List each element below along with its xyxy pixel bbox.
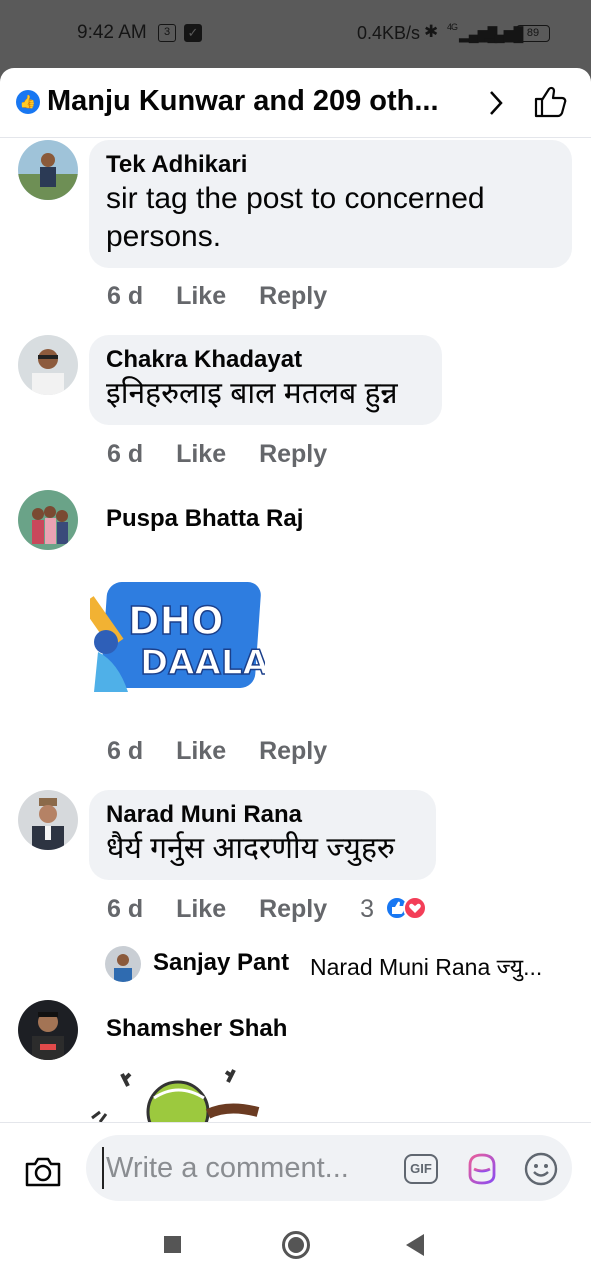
reply-text: Narad Muni Rana ज्यु... <box>310 954 543 980</box>
signal-4g-label: 4G <box>447 22 458 32</box>
comment-bubble[interactable]: Narad Muni Rana धैर्य गर्नुस आदरणीय ज्यु… <box>89 790 436 880</box>
comment-text: धैर्य गर्नुस आदरणीय ज्युहरु <box>106 832 395 865</box>
reply-button[interactable]: Reply <box>259 895 327 923</box>
avatar[interactable] <box>18 1000 78 1060</box>
comment-actions: 6 d Like Reply 3 <box>107 895 431 924</box>
comment-actions: 6 d Like Reply <box>107 282 353 311</box>
comments-sheet: 👍 Manju Kunwar and 209 oth... Tek Adhika… <box>0 68 591 1212</box>
comment-composer: GIF <box>0 1122 591 1212</box>
comment-input[interactable] <box>102 1147 392 1189</box>
reactions-header[interactable]: 👍 Manju Kunwar and 209 oth... <box>0 68 591 138</box>
like-button[interactable]: Like <box>176 737 226 765</box>
like-button[interactable]: Like <box>176 895 226 923</box>
dho-daala-sticker[interactable]: DHO DAALA <box>90 578 265 698</box>
reaction-icons[interactable] <box>384 896 431 920</box>
commenter-name[interactable]: Puspa Bhatta Raj <box>106 504 303 534</box>
reply-avatar[interactable] <box>105 946 141 982</box>
system-nav-bar <box>0 1212 591 1280</box>
network-speed: 0.4KB/s <box>357 23 421 43</box>
notification-badge: 3 <box>158 24 176 42</box>
avatar[interactable] <box>18 140 78 200</box>
vpn-icon: ✓ <box>184 24 202 42</box>
home-button[interactable] <box>282 1231 310 1259</box>
comment-bubble[interactable]: Chakra Khadayat इनिहरुलाइ बाल मतलब हुन्न <box>89 335 442 425</box>
comment-bubble[interactable]: Tek Adhikari sir tag the post to concern… <box>89 140 572 268</box>
comment-time: 6 d <box>107 895 144 923</box>
like-badge-icon: 👍 <box>16 90 40 114</box>
reply-button[interactable]: Reply <box>259 282 327 310</box>
commenter-name[interactable]: Narad Muni Rana <box>106 800 419 830</box>
avatar[interactable] <box>18 790 78 850</box>
emoji-icon[interactable] <box>523 1151 559 1187</box>
recents-button[interactable] <box>164 1236 181 1253</box>
status-time: 9:42 AM <box>77 22 147 43</box>
comment-time: 6 d <box>107 440 144 468</box>
avatar-sticker-icon[interactable] <box>464 1151 500 1187</box>
comment-time: 6 d <box>107 737 144 765</box>
battery-indicator: 89 <box>516 25 550 42</box>
thumbs-up-icon[interactable] <box>533 85 567 119</box>
bluetooth-icon: ✱ <box>424 22 438 41</box>
sticker-text-line1: DHO <box>128 599 224 643</box>
chevron-right-icon[interactable] <box>487 88 505 118</box>
ball-sticker[interactable] <box>88 1068 268 1124</box>
back-button[interactable] <box>406 1234 424 1256</box>
commenter-name[interactable]: Tek Adhikari <box>106 150 555 180</box>
comment-actions: 6 d Like Reply <box>107 737 353 766</box>
reply-button[interactable]: Reply <box>259 737 327 765</box>
like-button[interactable]: Like <box>176 282 226 310</box>
comment-actions: 6 d Like Reply <box>107 440 353 469</box>
avatar[interactable] <box>18 335 78 395</box>
reaction-count[interactable]: 3 <box>360 895 374 923</box>
comment-time: 6 d <box>107 282 144 310</box>
sticker-text-line2: DAALA <box>140 643 265 683</box>
comment-text: इनिहरुलाइ बाल मतलब हुन्न <box>106 377 398 410</box>
commenter-name[interactable]: Shamsher Shah <box>106 1014 287 1044</box>
like-button[interactable]: Like <box>176 440 226 468</box>
commenter-name[interactable]: Chakra Khadayat <box>106 345 425 375</box>
status-bar: 9:42 AM 3 ✓ 0.4KB/s ✱ 4G ▂▄▆█ ▂▄▆█ 89 <box>0 0 591 68</box>
gif-button[interactable]: GIF <box>404 1154 438 1184</box>
avatar[interactable] <box>18 490 78 550</box>
reply-button[interactable]: Reply <box>259 440 327 468</box>
comment-text: sir tag the post to concerned persons. <box>106 182 485 253</box>
comment-input-wrapper[interactable]: GIF <box>86 1135 572 1201</box>
reactions-title[interactable]: Manju Kunwar and 209 oth... <box>47 85 439 118</box>
reply-author-name[interactable]: Sanjay Pant <box>153 949 289 977</box>
camera-icon[interactable] <box>24 1156 62 1188</box>
